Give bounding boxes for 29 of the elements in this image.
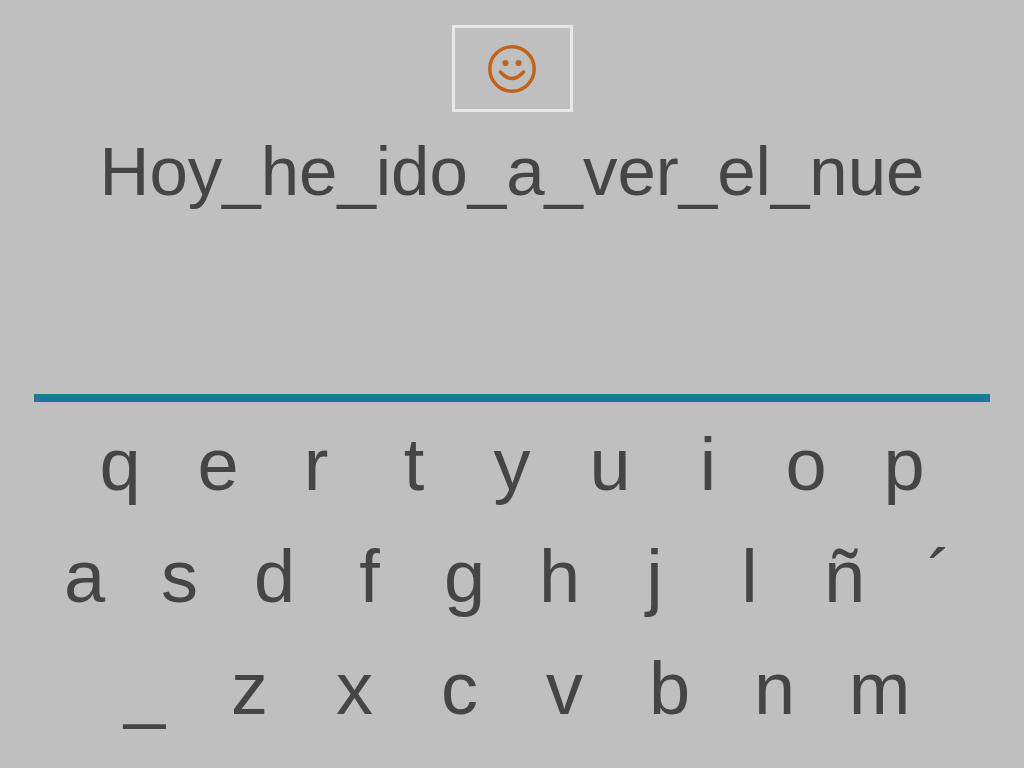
key-button[interactable]: z	[197, 633, 302, 745]
key-button[interactable]: x	[302, 633, 407, 745]
key-button[interactable]: _	[92, 633, 197, 745]
key-button[interactable]: v	[512, 633, 617, 745]
key-button[interactable]: u	[561, 409, 659, 521]
key-button[interactable]: h	[512, 521, 607, 633]
key-button[interactable]: g	[417, 521, 512, 633]
key-button[interactable]: i	[659, 409, 757, 521]
smiley-face-icon	[488, 44, 536, 93]
key-button[interactable]: e	[169, 409, 267, 521]
key-button[interactable]: l	[702, 521, 797, 633]
key-button[interactable]: n	[722, 633, 827, 745]
key-button[interactable]: f	[322, 521, 417, 633]
key-button[interactable]: t	[365, 409, 463, 521]
key-button[interactable]: p	[855, 409, 953, 521]
key-button[interactable]: y	[463, 409, 561, 521]
typed-text: Hoy_he_ido_a_ver_el_nue	[99, 132, 925, 212]
key-button[interactable]: j	[607, 521, 702, 633]
key-button[interactable]: q	[71, 409, 169, 521]
key-button[interactable]: c	[407, 633, 512, 745]
key-button[interactable]: r	[267, 409, 365, 521]
key-button[interactable]: s	[132, 521, 227, 633]
key-button[interactable]: o	[757, 409, 855, 521]
key-button[interactable]: b	[617, 633, 722, 745]
key-button[interactable]: ´	[892, 521, 987, 633]
key-button[interactable]: ñ	[797, 521, 892, 633]
key-button[interactable]: a	[37, 521, 132, 633]
key-button[interactable]: m	[827, 633, 932, 745]
key-button[interactable]: d	[227, 521, 322, 633]
